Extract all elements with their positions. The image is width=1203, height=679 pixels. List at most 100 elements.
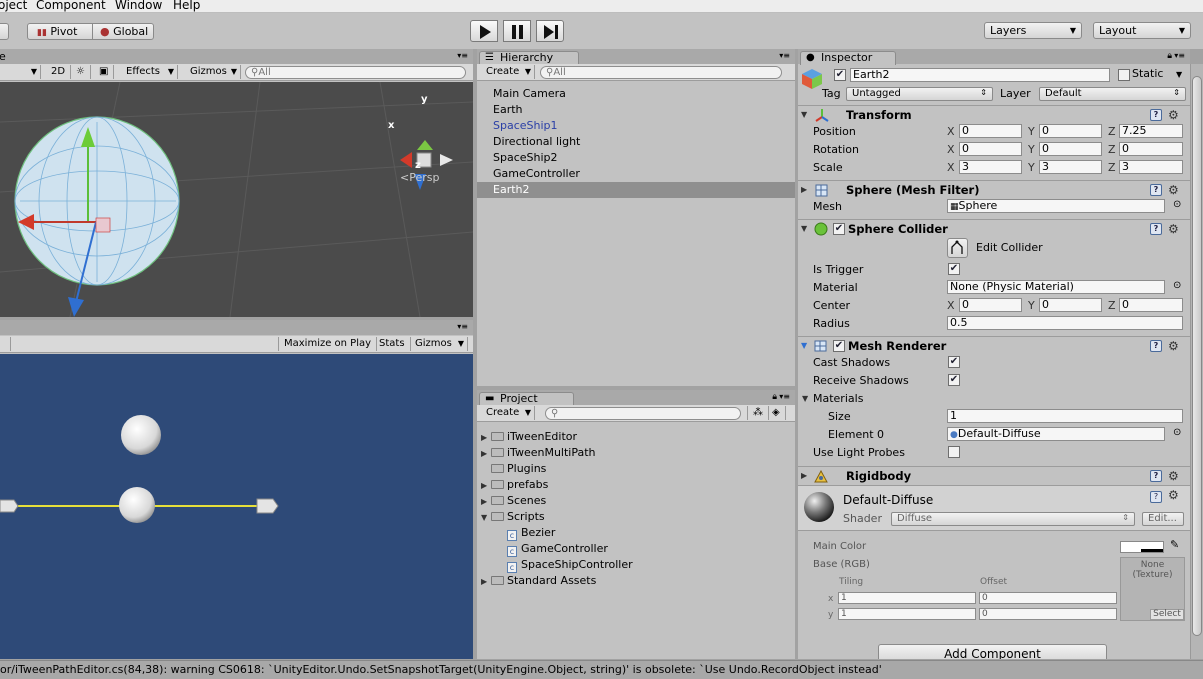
renderer-enabled-checkbox[interactable]: ✔ — [833, 340, 845, 352]
menu-project[interactable]: oject — [0, 0, 27, 12]
position-x-axis-label[interactable]: X — [947, 125, 955, 139]
maximize-on-play-toggle[interactable]: Maximize on Play — [278, 337, 378, 351]
main-color-swatch[interactable] — [1120, 541, 1164, 553]
hierarchy-item[interactable]: Earth — [477, 102, 795, 118]
expand-triangle-icon[interactable]: ▶ — [481, 574, 491, 590]
static-dropdown-arrow-icon[interactable]: ▼ — [1176, 70, 1182, 79]
hierarchy-create-dropdown[interactable]: Create ▼ — [481, 65, 535, 79]
rigidbody-header[interactable]: ▶ Rigidbody ? ⚙ — [798, 466, 1190, 484]
pivot-button[interactable]: ▮▮ Pivot — [27, 23, 93, 40]
mesh-field[interactable]: ▦Sphere — [947, 199, 1165, 213]
element-0-field[interactable]: ●Default-Diffuse — [947, 427, 1165, 441]
hierarchy-item[interactable]: Directional light — [477, 134, 795, 150]
rotation-z-axis-label[interactable]: Z — [1108, 143, 1116, 157]
help-book-icon[interactable]: ? — [1150, 470, 1162, 482]
status-bar[interactable]: or/iTweenPathEditor.cs(84,38): warning C… — [0, 660, 1203, 679]
center-y-axis-label[interactable]: Y — [1028, 299, 1035, 313]
edit-collider-button[interactable] — [947, 238, 968, 258]
transform-tool-button[interactable] — [0, 23, 9, 40]
tab-project[interactable]: ▬ Project — [479, 392, 574, 406]
gear-icon[interactable]: ⚙ — [1168, 488, 1179, 502]
hierarchy-item[interactable]: SpaceShip1 — [477, 118, 795, 134]
layout-dropdown[interactable]: Layout ▼ — [1093, 22, 1191, 39]
scene-gizmos-dropdown[interactable]: Gizmos ▼ — [185, 65, 241, 79]
project-script-item[interactable]: c SpaceShipController — [507, 557, 633, 573]
menu-component[interactable]: Component — [36, 0, 106, 12]
collapse-triangle-icon[interactable]: ▼ — [481, 510, 491, 526]
project-search-input[interactable]: ⚲ — [545, 407, 741, 420]
panel-menu-icon[interactable]: ▾≡ — [457, 322, 468, 331]
panel-menu-icon[interactable]: ▾≡ — [457, 51, 468, 60]
tab-hierarchy[interactable]: ☰ Hierarchy — [479, 51, 579, 65]
project-create-dropdown[interactable]: Create ▼ — [481, 406, 535, 420]
global-button[interactable]: ● Global — [92, 23, 154, 40]
transform-header[interactable]: ▼ Transform ? ⚙ — [798, 105, 1190, 123]
gear-icon[interactable]: ⚙ — [1168, 181, 1179, 199]
sphere-collider-header[interactable]: ▼ ✔ Sphere Collider ? ⚙ — [798, 219, 1190, 237]
help-book-icon[interactable]: ? — [1150, 223, 1162, 235]
object-name-field[interactable]: Earth2 — [850, 68, 1110, 82]
cast-shadows-checkbox[interactable]: ✔ — [948, 356, 960, 368]
materials-size-field[interactable]: 1 — [947, 409, 1183, 423]
add-component-button[interactable]: Add Component — [878, 644, 1107, 659]
scale-z-field[interactable]: 3 — [1119, 160, 1183, 174]
position-x-field[interactable]: 0 — [959, 124, 1022, 138]
panel-menu-icon[interactable]: ▾≡ — [1174, 51, 1185, 60]
lock-icon[interactable]: 🔒︎ — [1167, 51, 1172, 61]
layers-dropdown[interactable]: Layers ▼ — [984, 22, 1082, 39]
help-book-icon[interactable]: ? — [1150, 184, 1162, 196]
static-checkbox[interactable] — [1118, 69, 1130, 81]
project-folder-item[interactable]: ▶ iTweenEditor — [481, 429, 577, 445]
project-folder-item[interactable]: ▶ Scenes — [481, 493, 546, 509]
scale-y-field[interactable]: 3 — [1039, 160, 1102, 174]
scale-y-axis-label[interactable]: Y — [1028, 161, 1035, 175]
rotation-y-axis-label[interactable]: Y — [1028, 143, 1035, 157]
hierarchy-item[interactable]: SpaceShip2 — [477, 150, 795, 166]
effects-dropdown[interactable]: Effects ▼ — [121, 65, 178, 79]
lighting-toggle[interactable]: ☼ — [71, 65, 91, 79]
gear-icon[interactable]: ⚙ — [1168, 220, 1179, 238]
game-gizmos-dropdown[interactable]: Gizmos ▼ — [410, 337, 468, 351]
collider-enabled-checkbox[interactable]: ✔ — [833, 223, 845, 235]
project-folder-item[interactable]: ▶ Standard Assets — [481, 573, 596, 589]
project-folder-item[interactable]: Plugins — [481, 461, 546, 477]
menu-help[interactable]: Help — [173, 0, 200, 12]
center-z-field[interactable]: 0 — [1119, 298, 1183, 312]
project-folder-item[interactable]: ▶ iTweenMultiPath — [481, 445, 596, 461]
stats-toggle[interactable]: Stats — [374, 337, 411, 351]
center-z-axis-label[interactable]: Z — [1108, 299, 1116, 313]
hierarchy-item[interactable]: Earth2 — [477, 182, 795, 198]
shader-dropdown[interactable]: Diffuse ⇕ — [891, 512, 1135, 526]
gear-icon[interactable]: ⚙ — [1168, 467, 1179, 485]
panel-menu-icon[interactable]: ▾≡ — [779, 51, 790, 60]
expand-triangle-icon[interactable]: ▶ — [481, 430, 491, 446]
rotation-z-field[interactable]: 0 — [1119, 142, 1183, 156]
texture-select-button[interactable]: Select — [1150, 609, 1184, 620]
filter-by-type-button[interactable]: ⁂ — [747, 406, 769, 420]
project-script-item[interactable]: c GameController — [507, 541, 608, 557]
mesh-filter-header[interactable]: ▶ Sphere (Mesh Filter) ? ⚙ — [798, 180, 1190, 198]
gear-icon[interactable]: ⚙ — [1168, 106, 1179, 124]
inspector-scrollbar[interactable] — [1190, 64, 1203, 659]
filter-by-label-button[interactable]: ◈ — [767, 406, 786, 420]
aspect-dropdown[interactable] — [0, 337, 11, 351]
tiling-y-field[interactable]: 1 — [838, 608, 976, 620]
is-trigger-checkbox[interactable]: ✔ — [948, 263, 960, 275]
project-folder-item[interactable]: ▼ Scripts — [481, 509, 545, 525]
rotation-y-field[interactable]: 0 — [1039, 142, 1102, 156]
object-active-checkbox[interactable]: ✔ — [834, 69, 846, 81]
tiling-x-field[interactable]: 1 — [838, 592, 976, 604]
project-script-item[interactable]: c Bezier — [507, 525, 555, 541]
inspector-scrollbar-thumb[interactable] — [1192, 76, 1202, 636]
position-z-axis-label[interactable]: Z — [1108, 125, 1116, 139]
scale-z-axis-label[interactable]: Z — [1108, 161, 1116, 175]
tab-inspector[interactable]: ● Inspector — [800, 51, 896, 65]
offset-x-field[interactable]: 0 — [979, 592, 1117, 604]
receive-shadows-checkbox[interactable]: ✔ — [948, 374, 960, 386]
texture-slot[interactable]: None (Texture) Select — [1120, 557, 1185, 621]
use-light-probes-checkbox[interactable] — [948, 446, 960, 458]
center-x-axis-label[interactable]: X — [947, 299, 955, 313]
scene-viewport[interactable]: y x z <Persp — [0, 82, 473, 317]
object-picker-icon[interactable]: ⊙ — [1173, 280, 1181, 291]
persp-label[interactable]: <Persp — [400, 171, 439, 184]
